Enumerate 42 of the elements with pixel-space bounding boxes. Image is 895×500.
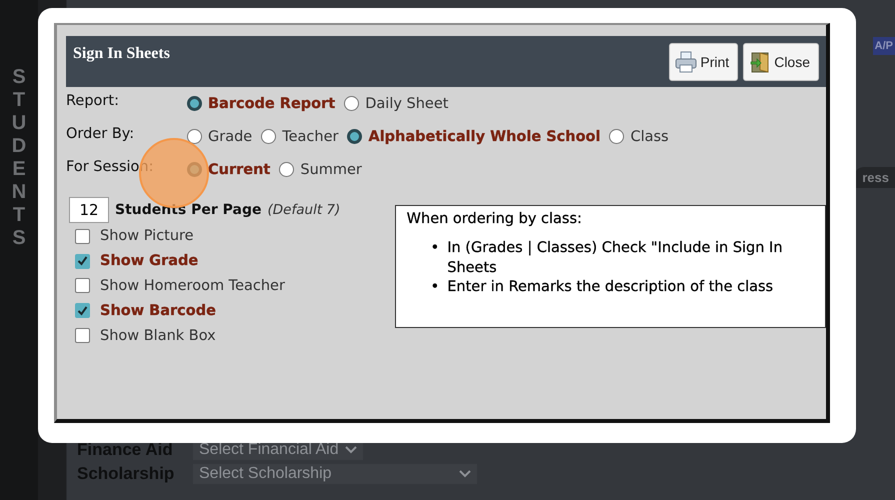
chevron-icon: [459, 470, 471, 478]
bullet-mark: •: [430, 278, 440, 297]
info-item: Enter in Remarks the description of the class: [447, 278, 774, 297]
info-heading: When ordering by class:: [406, 211, 583, 227]
radio-option[interactable]: Daily Sheet: [344, 96, 448, 112]
checkbox-option[interactable]: Show Homeroom Teacher: [75, 274, 395, 298]
checkbox[interactable]: [75, 278, 90, 294]
radio-button[interactable]: [187, 129, 202, 144]
radio-button[interactable]: [187, 96, 202, 111]
radio-option[interactable]: Alphabetically Whole School: [347, 128, 600, 144]
sidebar-label: STUDENTS: [10, 66, 28, 250]
chevron-icon: [344, 446, 357, 454]
checkbox-option[interactable]: Show Grade: [75, 248, 395, 274]
print-button[interactable]: Print: [669, 43, 738, 81]
option-label: Report:: [66, 92, 120, 109]
checkbox[interactable]: [75, 254, 90, 269]
radio-option[interactable]: Summer: [279, 162, 362, 178]
radio-button[interactable]: [347, 129, 362, 144]
checkbox[interactable]: [75, 303, 90, 318]
hint-text: (Default 7): [268, 202, 340, 218]
radio-button[interactable]: [609, 129, 624, 144]
checkbox[interactable]: [75, 328, 90, 344]
bullet-mark: •: [430, 239, 440, 258]
printer-icon: [675, 51, 698, 73]
field-label: Students Per Page: [115, 202, 262, 218]
option-label: Order By:: [66, 125, 136, 142]
radio-option[interactable]: Teacher: [261, 128, 338, 144]
radio-option[interactable]: Class: [609, 128, 669, 144]
number-field[interactable]: 12: [69, 197, 109, 223]
dialog-title: Sign In Sheets: [73, 45, 170, 63]
checkbox[interactable]: [75, 228, 90, 244]
radio-button[interactable]: [261, 129, 276, 144]
tab[interactable]: ress: [854, 167, 895, 188]
info-item: In (Grades | Classes) Check "Include in Sign In Sheets: [447, 239, 784, 278]
radio-button[interactable]: [344, 96, 360, 111]
checkbox-option[interactable]: Show Blank Box: [75, 323, 395, 348]
door-icon: [749, 51, 772, 73]
radio-option[interactable]: Barcode Report: [187, 96, 336, 112]
checkbox-option[interactable]: Show Picture: [75, 224, 395, 249]
close-button[interactable]: Close: [743, 43, 819, 81]
radio-button[interactable]: [279, 162, 294, 177]
checkbox-option[interactable]: Show Barcode: [75, 298, 395, 324]
